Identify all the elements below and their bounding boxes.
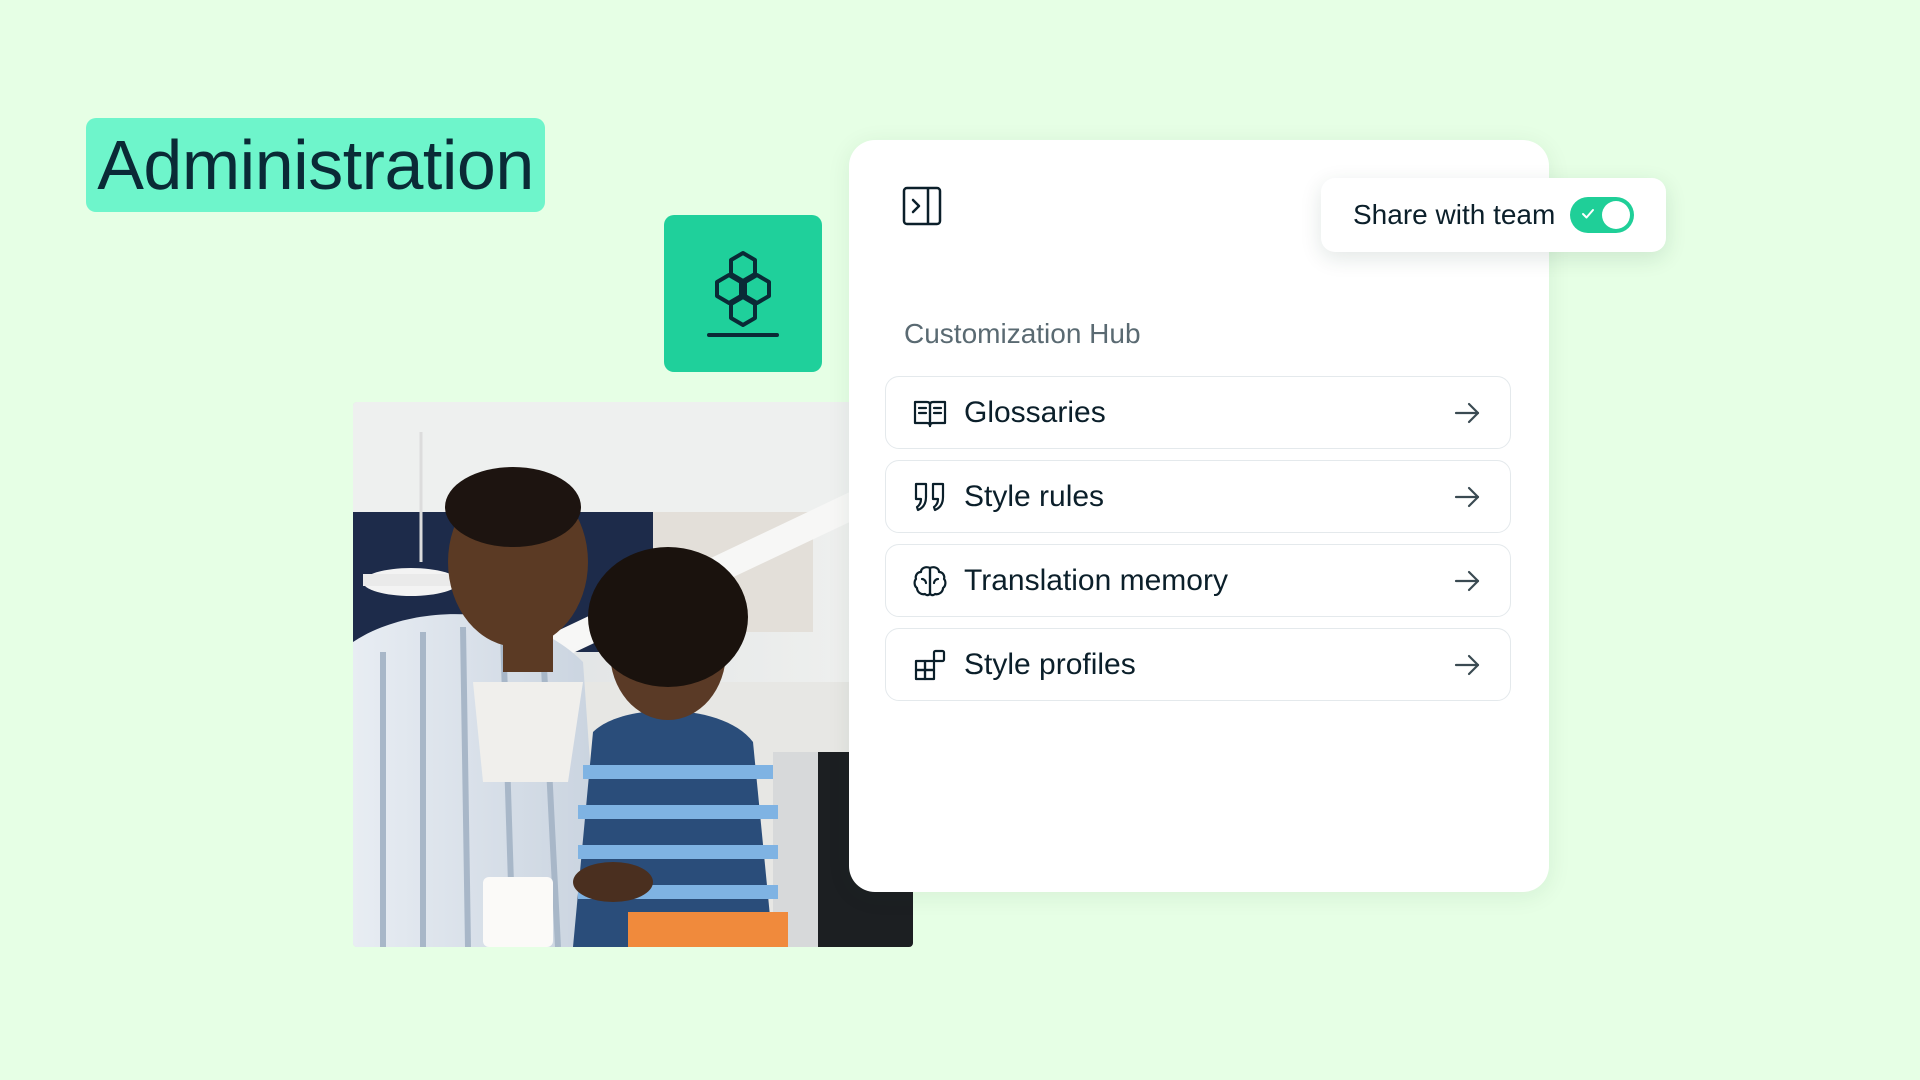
book-open-icon [913, 400, 947, 427]
page-title: Administration [97, 126, 534, 204]
team-photo [353, 402, 913, 947]
share-with-team-card: Share with team [1321, 178, 1666, 252]
arrow-right-icon [1454, 654, 1480, 675]
page-title-badge: Administration [86, 118, 545, 212]
hub-item-translation-memory[interactable]: Translation memory [885, 544, 1511, 617]
share-toggle[interactable] [1570, 197, 1634, 233]
blocks-icon [914, 649, 946, 680]
arrow-right-icon [1454, 486, 1480, 507]
hub-item-style-profiles[interactable]: Style profiles [885, 628, 1511, 701]
hub-items-list: Glossaries Style rules Translation memor… [885, 376, 1511, 712]
share-label: Share with team [1353, 199, 1556, 230]
quote-icon [914, 482, 945, 511]
check-icon [1582, 209, 1594, 219]
arrow-right-icon [1454, 570, 1480, 591]
hub-item-label: Style profiles [964, 647, 1136, 681]
hub-item-label: Translation memory [964, 563, 1228, 597]
hexagon-cluster-icon [707, 250, 779, 337]
hub-title: Customization Hub [904, 318, 1141, 349]
hub-item-glossaries[interactable]: Glossaries [885, 376, 1511, 449]
customization-hub-tile [664, 215, 822, 372]
hub-item-label: Style rules [964, 479, 1105, 513]
panel-collapse-icon[interactable] [901, 185, 943, 227]
brain-icon [913, 565, 947, 596]
toggle-knob [1602, 201, 1630, 229]
customization-hub-panel: Customization Hub Glossaries Style rules… [849, 140, 1549, 892]
hub-item-label: Glossaries [964, 395, 1106, 429]
arrow-right-icon [1454, 402, 1480, 423]
hub-item-style-rules[interactable]: Style rules [885, 460, 1511, 533]
